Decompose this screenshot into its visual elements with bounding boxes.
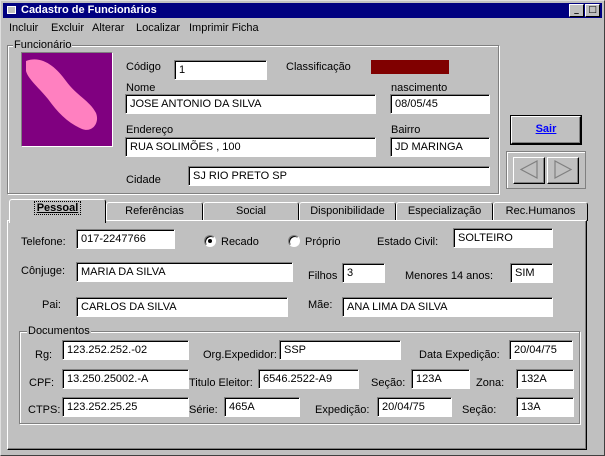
codigo-label: Código (126, 61, 161, 73)
endereco-field[interactable]: RUA SOLIMÕES , 100 (125, 137, 376, 157)
menu-imprimir-ficha[interactable]: Imprimir Ficha (189, 22, 259, 35)
app-icon[interactable] (7, 6, 16, 14)
menu-excluir[interactable]: Excluir (51, 22, 84, 35)
minimize-button[interactable]: _ (569, 4, 584, 17)
cidade-field[interactable]: SJ RIO PRETO SP (188, 166, 490, 186)
data-expedicao-field[interactable]: 20/04/75 (509, 340, 573, 360)
mae-field[interactable]: ANA LIMA DA SILVA (342, 297, 553, 317)
endereco-label: Endereço (126, 124, 174, 136)
cpf-field[interactable]: 13.250.25002.-A (62, 369, 189, 389)
serie-field[interactable]: 465A (224, 397, 300, 417)
estado-civil-field[interactable]: SOLTEIRO (453, 228, 553, 248)
menu-incluir[interactable]: Incluir (9, 22, 38, 35)
pai-label: Pai: (42, 299, 61, 311)
org-expedidor-field[interactable]: SSP (279, 340, 401, 360)
expedicao-label: Expedição: (315, 404, 370, 416)
rg-field[interactable]: 123.252.252.-02 (62, 340, 189, 360)
titulo-eleitor-label: Titulo Eleitor: (189, 377, 253, 389)
arrow-right-icon (554, 160, 573, 179)
secao-label: Seção: (371, 377, 406, 389)
proprio-radio[interactable] (288, 235, 300, 247)
tab-especializacao[interactable]: Especialização (396, 202, 493, 221)
filhos-field[interactable]: 3 (342, 263, 385, 283)
window-title: Cadastro de Funcionários (21, 4, 157, 16)
tab-social[interactable]: Social (203, 202, 299, 221)
recado-radio[interactable] (204, 235, 216, 247)
secao2-field[interactable]: 13A (516, 397, 574, 417)
recado-label: Recado (221, 236, 259, 248)
classificacao-label: Classificação (286, 61, 351, 73)
next-record-button[interactable] (547, 157, 579, 184)
menu-localizar[interactable]: Localizar (136, 22, 180, 35)
secao2-label: Seção: (462, 404, 497, 416)
mae-label: Mãe: (308, 299, 333, 311)
secao-field[interactable]: 123A (411, 369, 470, 389)
ctps-label: CTPS: (28, 404, 61, 416)
bairro-label: Bairro (391, 124, 421, 136)
tab-pessoal[interactable]: Pessoal (9, 199, 106, 223)
expedicao-field[interactable]: 20/04/75 (377, 397, 452, 417)
previous-record-button[interactable] (513, 157, 545, 184)
menu-alterar[interactable]: Alterar (92, 22, 124, 35)
rg-label: Rg: (35, 349, 53, 361)
nav-group (506, 151, 586, 189)
funcionario-legend: Funcionário (13, 39, 73, 51)
menu-bar: Incluir Excluir Alterar Localizar Imprim… (3, 19, 602, 37)
telefone-field[interactable]: 017-2247766 (76, 229, 175, 249)
org-expedidor-label: Org.Expedidor: (203, 349, 277, 361)
title-bar: Cadastro de Funcionários _ □ (3, 3, 602, 18)
arrow-left-icon (519, 160, 538, 179)
proprio-label: Próprio (305, 236, 341, 248)
serie-label: Série: (189, 404, 218, 416)
filhos-label: Filhos (308, 270, 338, 282)
sair-label: Sair (535, 123, 557, 135)
photo-shape-icon (26, 59, 98, 130)
main-window: Cadastro de Funcionários _ □ Incluir Exc… (0, 0, 605, 456)
data-expedicao-label: Data Expedição: (419, 349, 500, 361)
classificacao-swatch (371, 60, 449, 74)
tab-rec-humanos[interactable]: Rec.Humanos (493, 202, 588, 221)
conjuge-label: Cônjuge: (21, 265, 66, 277)
telefone-label: Telefone: (21, 236, 66, 248)
estado-civil-label: Estado Civil: (377, 236, 439, 248)
nascimento-field[interactable]: 08/05/45 (390, 94, 490, 114)
zona-label: Zona: (476, 377, 505, 389)
ctps-field[interactable]: 123.252.25.25 (62, 397, 189, 417)
bairro-field[interactable]: JD MARINGA (390, 137, 490, 157)
documentos-legend: Documentos (27, 325, 91, 337)
tab-disponibilidade[interactable]: Disponibilidade (299, 202, 396, 221)
nome-field[interactable]: JOSE ANTONIO DA SILVA (125, 94, 376, 114)
menores-label: Menores 14 anos: (405, 270, 494, 282)
cpf-label: CPF: (29, 377, 55, 389)
tab-referencias[interactable]: Referências (106, 202, 203, 221)
maximize-button[interactable]: □ (585, 4, 600, 17)
conjuge-field[interactable]: MARIA DA SILVA (76, 262, 293, 282)
zona-field[interactable]: 132A (516, 369, 574, 389)
menores-field[interactable]: SIM (510, 263, 553, 283)
cidade-label: Cidade (126, 174, 161, 186)
titulo-eleitor-field[interactable]: 6546.2522-A9 (258, 369, 359, 389)
tab-pessoal-label: Pessoal (33, 201, 82, 215)
employee-photo (21, 52, 113, 147)
codigo-field[interactable]: 1 (174, 60, 267, 80)
pai-field[interactable]: CARLOS DA SILVA (76, 297, 288, 317)
sair-button[interactable]: Sair (510, 115, 582, 145)
